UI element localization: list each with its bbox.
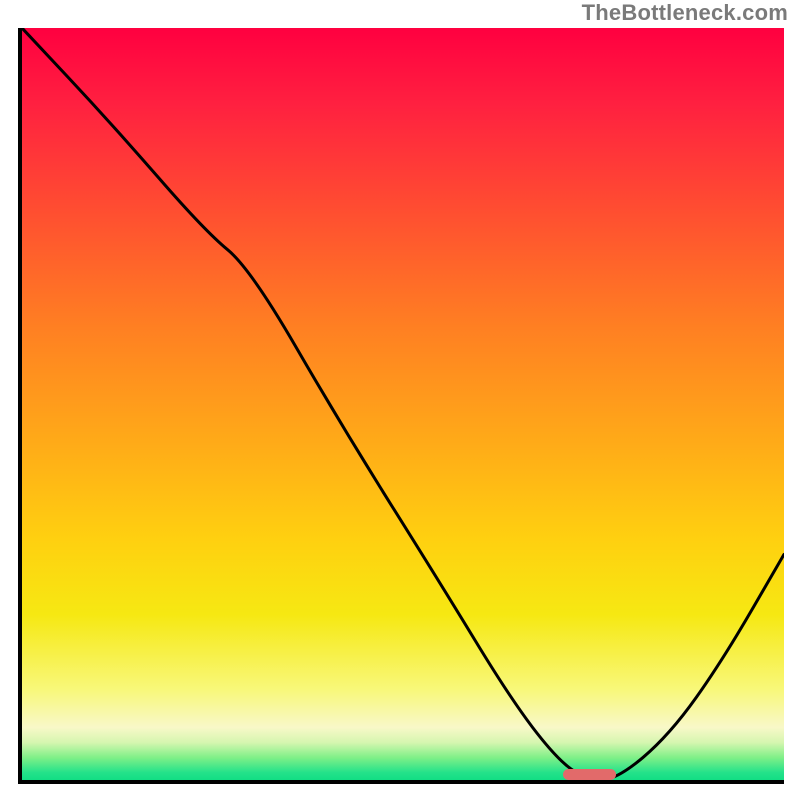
plot-area bbox=[18, 28, 784, 784]
watermark-text: TheBottleneck.com bbox=[582, 0, 788, 26]
optimal-marker bbox=[563, 769, 616, 780]
chart-frame: TheBottleneck.com bbox=[0, 0, 800, 800]
gradient-background bbox=[22, 28, 784, 780]
